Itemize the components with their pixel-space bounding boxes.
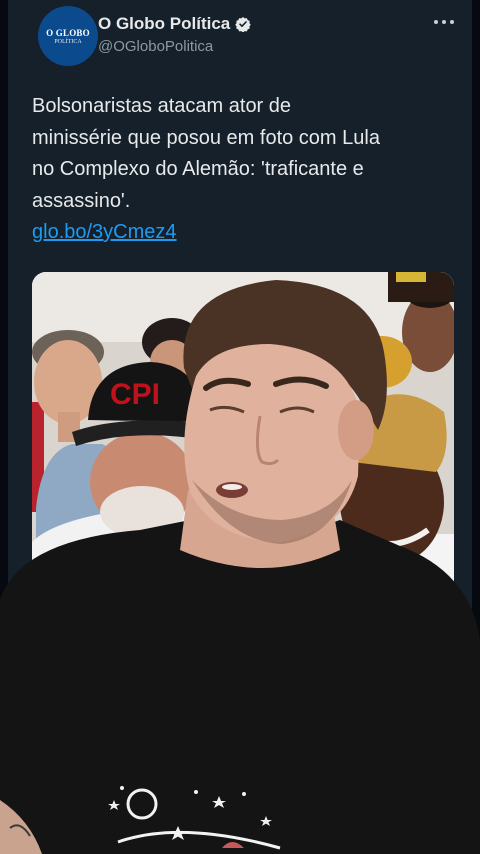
author-handle[interactable]: @OGloboPolitica	[98, 38, 213, 55]
reaction-video[interactable]	[0, 280, 480, 854]
more-dot	[434, 20, 438, 24]
more-dot	[450, 20, 454, 24]
avatar-logo-main: O GLOBO	[46, 27, 90, 38]
more-options-icon[interactable]	[434, 12, 454, 32]
avatar-logo-sub: POLÍTICA	[54, 38, 82, 45]
author-name-row[interactable]: O Globo Política	[98, 14, 251, 34]
avatar[interactable]: O GLOBO POLÍTICA	[38, 6, 98, 66]
tweet-link[interactable]: glo.bo/3yCmez4	[32, 217, 177, 249]
tweet-text: Bolsonaristas atacam ator de minissérie …	[32, 95, 380, 212]
verified-badge-icon	[235, 16, 251, 32]
reaction-person-illustration	[0, 280, 480, 854]
more-dot	[442, 20, 446, 24]
author-name[interactable]: O Globo Política	[98, 14, 230, 34]
